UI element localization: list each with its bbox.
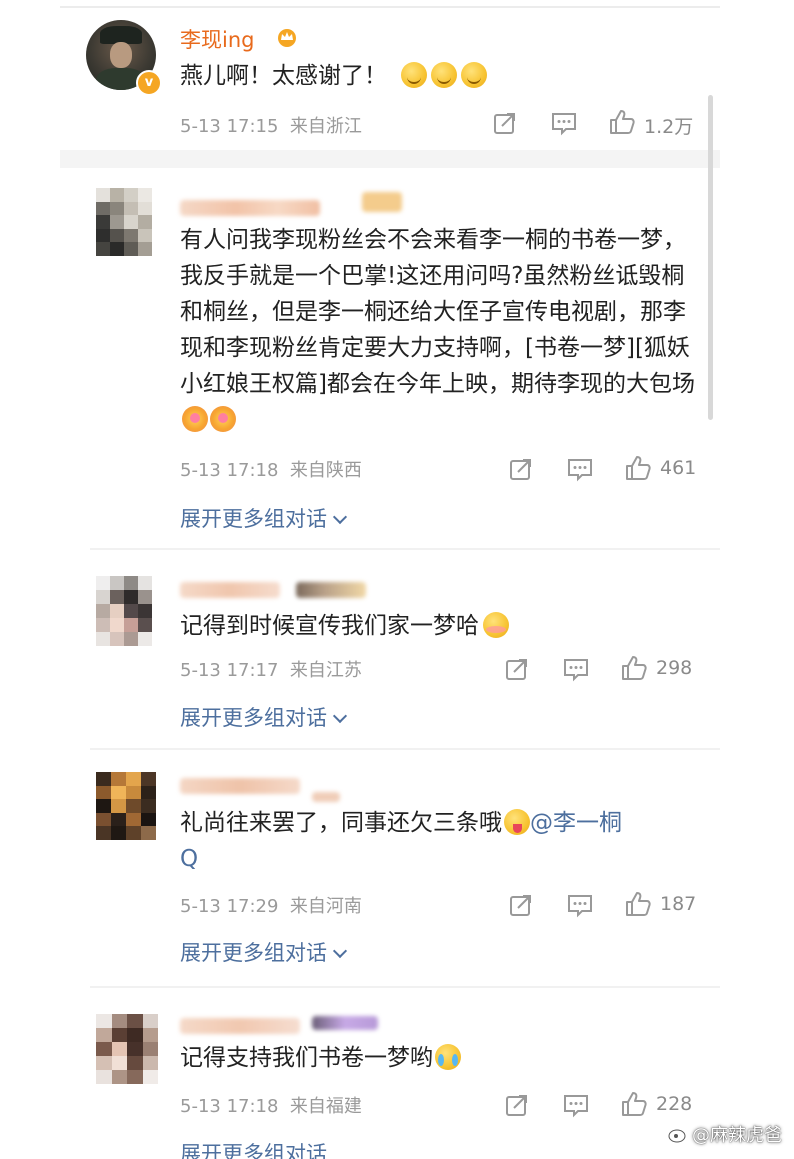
- verified-badge-icon: v: [136, 70, 162, 96]
- blurred-username[interactable]: [180, 778, 300, 794]
- smile-emoji-icon: [431, 62, 457, 88]
- comment-text: 礼尚往来罢了，同事还欠三条哦 @李一桐 Q: [180, 809, 622, 872]
- like-icon[interactable]: [620, 654, 648, 682]
- repost-icon[interactable]: [504, 1092, 530, 1118]
- expand-replies-link[interactable]: 展开更多组对话: [180, 937, 348, 967]
- chevron-down-icon: [332, 943, 348, 959]
- crown-icon: [276, 26, 298, 48]
- comment-icon[interactable]: [566, 892, 594, 918]
- comment-icon[interactable]: [550, 110, 578, 136]
- like-count: 187: [660, 893, 697, 915]
- avatar[interactable]: [96, 1014, 158, 1084]
- smile-emoji-icon: [401, 62, 427, 88]
- blurred-username[interactable]: [180, 582, 280, 598]
- like-count: 461: [660, 457, 697, 479]
- shy-emoji-icon: [483, 612, 509, 638]
- watermark: @麻辣虎爸: [668, 1121, 782, 1147]
- like-icon[interactable]: [624, 454, 652, 482]
- timestamp: 5-13 17:17: [180, 660, 279, 681]
- location: 来自江苏: [289, 660, 362, 681]
- avatar[interactable]: [96, 772, 156, 840]
- comment-text: 有人问我李现粉丝会不会来看李一桐的书卷一梦，我反手就是一个巴掌!这还用问吗?虽然…: [180, 222, 700, 438]
- comment-meta: 5-13 17:18 来自福建: [180, 1092, 362, 1118]
- user-badge: [362, 192, 402, 212]
- flower-emoji-icon: [210, 406, 236, 432]
- timestamp: 5-13 17:29: [180, 896, 279, 917]
- post-text: 燕儿啊！太感谢了！: [180, 58, 487, 94]
- chevron-down-icon: [332, 509, 348, 525]
- timestamp: 5-13 17:15: [180, 116, 279, 137]
- post-meta: 5-13 17:15 来自浙江: [180, 112, 362, 138]
- comment-icon[interactable]: [562, 1092, 590, 1118]
- mention-link[interactable]: @李一桐: [530, 810, 622, 836]
- like-count: 228: [656, 1093, 693, 1115]
- comment-icon[interactable]: [566, 456, 594, 482]
- repost-icon[interactable]: [508, 456, 534, 482]
- repost-icon[interactable]: [504, 656, 530, 682]
- blurred-username[interactable]: [180, 1018, 300, 1034]
- comment-divider: [90, 548, 720, 550]
- timestamp: 5-13 17:18: [180, 460, 279, 481]
- comment-meta: 5-13 17:29 来自河南: [180, 892, 362, 918]
- blurred-username[interactable]: [180, 200, 320, 216]
- like-count: 1.2万: [644, 116, 694, 138]
- timestamp: 5-13 17:18: [180, 1096, 279, 1117]
- comment-icon[interactable]: [562, 656, 590, 682]
- like-icon[interactable]: [608, 108, 636, 136]
- avatar[interactable]: [96, 188, 152, 256]
- comment-text: 记得到时候宣传我们家一梦哈: [180, 608, 509, 644]
- comment-text: 记得支持我们书卷一梦哟: [180, 1040, 461, 1076]
- mention-link-tail[interactable]: Q: [180, 846, 198, 872]
- avatar[interactable]: [96, 576, 152, 646]
- location: 来自福建: [289, 1096, 362, 1117]
- expand-replies-link[interactable]: 展开更多组对话: [180, 503, 348, 533]
- location: 来自浙江: [289, 116, 362, 137]
- top-divider: [60, 6, 720, 8]
- comment-meta: 5-13 17:18 来自陕西: [180, 456, 362, 482]
- location: 来自陕西: [289, 460, 362, 481]
- repost-icon[interactable]: [492, 110, 518, 136]
- like-icon[interactable]: [620, 1090, 648, 1118]
- smile-emoji-icon: [461, 62, 487, 88]
- scrollbar[interactable]: [708, 95, 713, 420]
- user-badge: [296, 582, 366, 598]
- cry-emoji-icon: [435, 1044, 461, 1070]
- comment-meta: 5-13 17:17 来自江苏: [180, 656, 362, 682]
- like-count: 298: [656, 657, 693, 679]
- section-separator: [60, 150, 720, 168]
- comment-divider: [90, 986, 720, 988]
- like-icon[interactable]: [624, 890, 652, 918]
- location: 来自河南: [289, 896, 362, 917]
- repost-icon[interactable]: [508, 892, 534, 918]
- user-badge: [312, 792, 340, 802]
- expand-replies-link[interactable]: 展开更多组对话: [180, 702, 348, 732]
- comment-divider: [90, 748, 720, 750]
- username[interactable]: 李现ing: [180, 24, 254, 54]
- expand-replies-link[interactable]: 展开更多组对话: [180, 1138, 327, 1159]
- tongue-emoji-icon: [504, 809, 530, 835]
- chevron-down-icon: [332, 708, 348, 724]
- flower-emoji-icon: [182, 406, 208, 432]
- user-badge: [312, 1016, 378, 1030]
